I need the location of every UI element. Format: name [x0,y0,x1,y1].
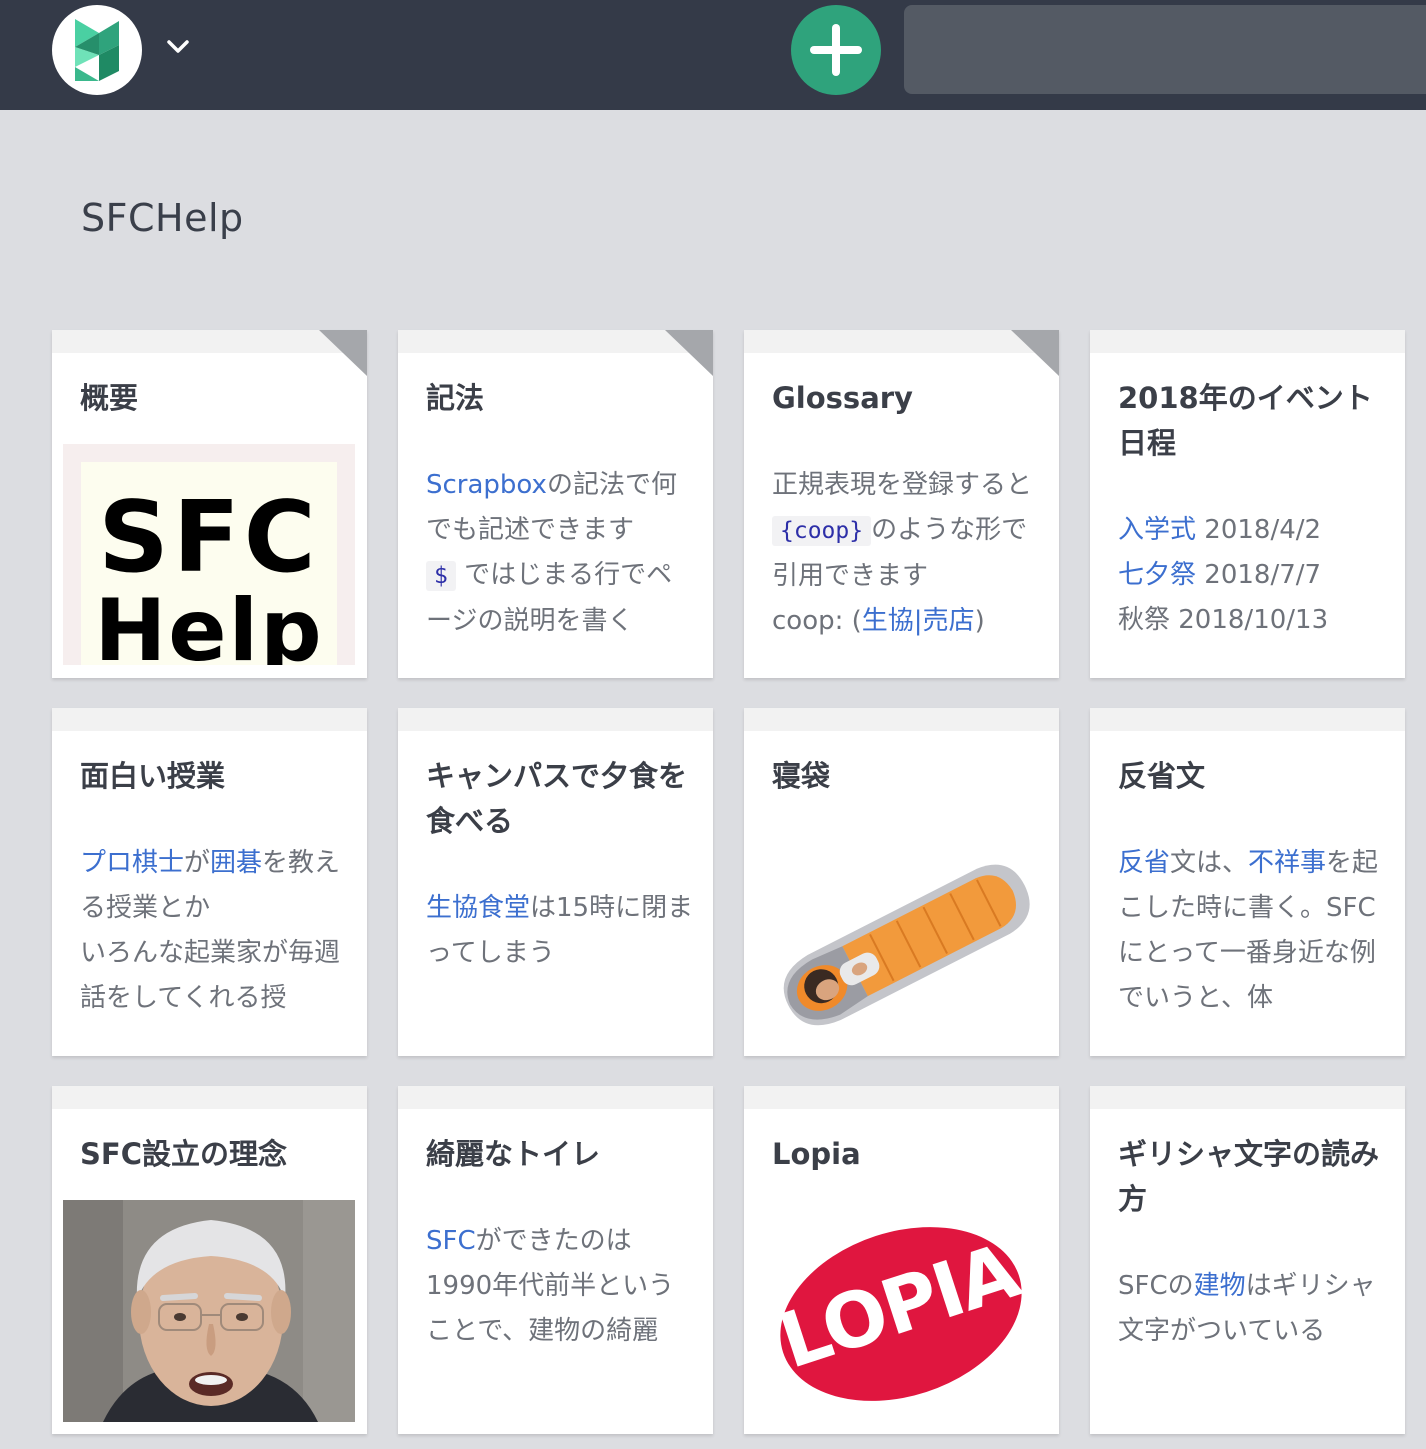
new-page-button[interactable] [791,5,881,95]
card-thumbnail [755,828,1047,1056]
card-description: 生協食堂は15時に閉まってしまう [426,886,697,976]
description-text: coop: ( [772,606,862,636]
sleeping-bag-image [783,864,1030,1026]
card-title: 面白い授業 [80,759,226,793]
card-description: プロ棋士が囲碁を教える授業とか いろんな起業家が毎週話をしてくれる授 [80,841,351,1021]
page-card-glossary[interactable]: Glossary 正規表現を登録すると{coop} のような形で引用できます coo… [744,330,1059,678]
description-text: ) [974,606,985,636]
pin-fold-icon [1011,330,1059,376]
card-description: 反省文は、不祥事を起こした時に書く。SFCにとって一番身近な例でいうと、体 [1118,841,1389,1021]
page-card-syntax[interactable]: 記法 Scrapboxの記法で何でも記述できます $ ではじまる行でページの説明を… [398,330,713,678]
pin-fold-icon [319,330,367,376]
card-description: Scrapboxの記法で何でも記述できます $ ではじまる行でページの説明を書く [426,463,697,644]
page-grid: 概要 SFC Help 記法 Scrapboxの記法で何でも記述できます $ では… [52,330,1405,1434]
thumbnail-logo-text: SFC [98,481,320,595]
page-link[interactable]: 七夕祭 [1118,560,1196,590]
description-text: が [184,848,211,878]
description-text: 秋祭 2018/10/13 [1118,605,1329,635]
code-snippet: {coop} [772,516,872,546]
page-link[interactable]: 囲碁 [210,848,262,878]
description-text: ではじまる行でページの説明を書く [426,560,673,636]
search-input[interactable] [904,5,1426,94]
page-link[interactable]: Scrapbox [426,470,547,500]
project-logo-button[interactable] [52,5,142,95]
thumbnail-logo-text: Help [94,581,324,665]
page-card-lopia[interactable]: Lopia LOPIA [744,1086,1059,1434]
page-link[interactable]: 建物 [1194,1271,1246,1301]
page-link[interactable]: プロ棋士 [80,848,184,878]
separator-text: | [913,606,923,636]
description-text: SFCの [1118,1271,1194,1301]
project-menu-chevron[interactable] [163,32,193,62]
page-link[interactable]: 生協食堂 [426,893,530,923]
page-card-overview[interactable]: 概要 SFC Help [52,330,367,678]
card-description: SFCの建物はギリシャ文字がついている [1118,1264,1389,1354]
lopia-logo-image: LOPIA [769,1225,1030,1401]
card-title: ギリシャ文字の読み方 [1118,1137,1380,1216]
page-card-interesting-classes[interactable]: 面白い授業 プロ棋士が囲碁を教える授業とか いろんな起業家が毎週話をしてくれる授 [52,708,367,1056]
page-card-sleeping-bag[interactable]: 寝袋 [744,708,1059,1056]
project-title: SFCHelp [81,196,244,240]
plus-icon [810,24,862,76]
page-link[interactable]: SFC [426,1226,476,1256]
card-title: キャンパスで夕食を食べる [426,759,688,838]
page-card-campus-dinner[interactable]: キャンパスで夕食を食べる 生協食堂は15時に閉まってしまう [398,708,713,1056]
card-title: 寝袋 [772,759,831,793]
page-card-greek-letters[interactable]: ギリシャ文字の読み方 SFCの建物はギリシャ文字がついている [1090,1086,1405,1434]
event-date: 2018/7/7 [1196,560,1322,590]
page-card-sfc-founding-philosophy[interactable]: SFC設立の理念 [52,1086,367,1434]
page-link[interactable]: 反省 [1118,848,1170,878]
card-title: 2018年のイベント日程 [1118,381,1373,460]
card-title: Glossary [772,381,913,415]
card-description: SFCができたのは1990年代前半ということで、建物の綺麗 [426,1219,697,1354]
card-title: Lopia [772,1137,861,1171]
scrapbox-logo-icon [75,19,119,81]
card-title: 記法 [426,381,485,415]
card-description: 入学式 2018/4/2 七夕祭 2018/7/7 秋祭 2018/10/13 [1118,508,1389,643]
page-link[interactable]: 生協 [862,606,914,636]
card-thumbnail: LOPIA [755,1214,1047,1414]
portrait-image [63,1200,355,1422]
page-link[interactable]: 不祥事 [1248,848,1326,878]
page-link[interactable]: 入学式 [1118,515,1196,545]
page-link[interactable]: 売店 [923,606,975,636]
top-navbar [0,0,1426,110]
card-title: 反省文 [1118,759,1206,793]
card-title: SFC設立の理念 [80,1137,287,1171]
card-title: 概要 [80,381,139,415]
pin-fold-icon [665,330,713,376]
page-card-clean-toilets[interactable]: 綺麗なトイレ SFCができたのは1990年代前半ということで、建物の綺麗 [398,1086,713,1434]
description-text: 正規表現を登録すると [772,470,1033,500]
chevron-down-icon [167,40,189,53]
code-snippet: $ [426,561,456,591]
description-text: いろんな起業家が毎週話をしてくれる授 [80,938,341,1013]
card-thumbnail [63,1200,355,1422]
card-description: 正規表現を登録すると{coop} のような形で引用できます coop: (生協|売店… [772,463,1043,644]
description-text: 文は、 [1170,848,1249,878]
event-date: 2018/4/2 [1196,515,1322,545]
card-title: 綺麗なトイレ [426,1137,601,1171]
page-card-apology-letter[interactable]: 反省文 反省文は、不祥事を起こした時に書く。SFCにとって一番身近な例でいうと、… [1090,708,1405,1056]
page-card-events-2018[interactable]: 2018年のイベント日程 入学式 2018/4/2 七夕祭 2018/7/7 秋… [1090,330,1405,678]
card-thumbnail: SFC Help [63,444,355,665]
